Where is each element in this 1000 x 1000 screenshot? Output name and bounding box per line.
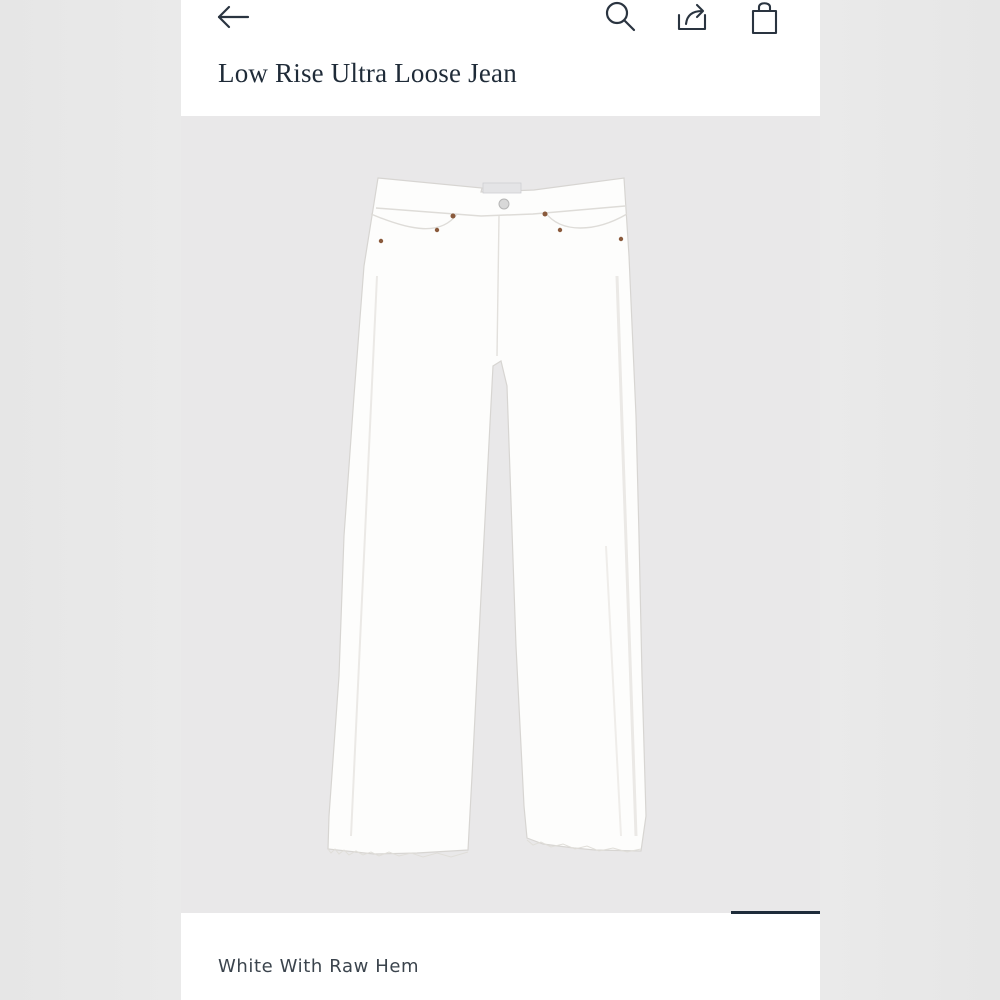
product-image bbox=[327, 177, 647, 858]
back-button[interactable] bbox=[213, 0, 253, 36]
share-button[interactable] bbox=[673, 0, 713, 36]
carousel-progress-fill bbox=[730, 911, 820, 914]
product-page: Low Rise Ultra Loose Jean White With Raw… bbox=[181, 0, 820, 1000]
top-navigation-bar bbox=[181, 0, 820, 40]
product-color-variant: White With Raw Hem bbox=[218, 956, 420, 977]
search-button[interactable] bbox=[601, 0, 641, 36]
carousel-progress-bar bbox=[181, 911, 820, 915]
shopping-bag-icon bbox=[750, 1, 780, 35]
search-icon bbox=[603, 1, 639, 35]
shopping-bag-button[interactable] bbox=[745, 0, 785, 36]
arrow-left-icon bbox=[216, 5, 250, 31]
product-title: Low Rise Ultra Loose Jean bbox=[218, 58, 517, 88]
product-image-carousel[interactable] bbox=[181, 116, 820, 913]
share-icon bbox=[676, 2, 710, 34]
jeans-silhouette bbox=[327, 177, 647, 855]
